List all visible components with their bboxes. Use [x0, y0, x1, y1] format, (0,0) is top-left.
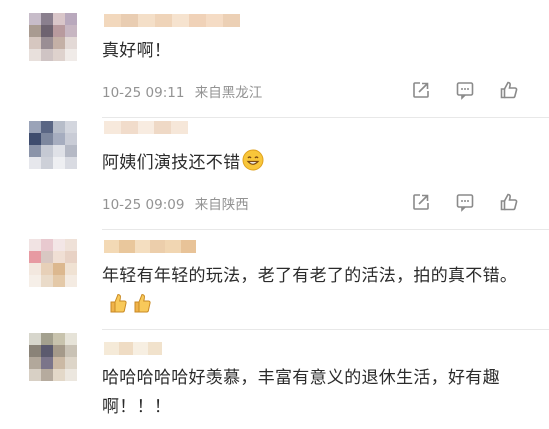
- avatar[interactable]: [29, 239, 77, 287]
- smile-emoji: [242, 149, 264, 171]
- thumbs-up-icon: [134, 293, 151, 313]
- comment-item: 年轻有年轻的玩法，老了有老了的活法，拍的真不错。: [0, 230, 549, 330]
- comment-text-body: 年轻有年轻的玩法，老了有老了的活法，拍的真不错。: [102, 266, 518, 286]
- comment-text: 阿姨们演技还不错: [102, 149, 535, 178]
- comment-location: 来自黑龙江: [194, 85, 263, 101]
- comment-icon[interactable]: [455, 80, 475, 100]
- thumbs-up-icon: [110, 293, 127, 313]
- avatar[interactable]: [29, 121, 77, 169]
- share-icon[interactable]: [411, 80, 431, 100]
- avatar[interactable]: [29, 333, 77, 381]
- share-icon[interactable]: [411, 192, 431, 212]
- comment-item: 真好啊！ 10-25 09:11 来自黑龙江: [0, 0, 549, 118]
- comment-actions: [411, 192, 519, 212]
- comment-icon[interactable]: [455, 192, 475, 212]
- comment-actions: [411, 80, 519, 100]
- comment-text: 哈哈哈哈哈好羡慕，丰富有意义的退休生活，好有趣啊！！！: [102, 368, 500, 417]
- like-icon[interactable]: [499, 80, 519, 100]
- comment-time: 10-25 09:09: [102, 197, 185, 213]
- comment-time: 10-25 09:11: [102, 85, 185, 101]
- comment-text: 年轻有年轻的玩法，老了有老了的活法，拍的真不错。: [102, 262, 535, 320]
- comment-meta: 10-25 09:11 来自黑龙江: [102, 81, 268, 101]
- comment-text-body: 阿姨们演技还不错: [102, 153, 241, 173]
- comment-text: 真好啊！: [102, 41, 172, 61]
- username-blurred[interactable]: [104, 342, 162, 355]
- like-icon[interactable]: [499, 192, 519, 212]
- comment-location: 来自陕西: [194, 197, 249, 213]
- comment-item: 哈哈哈哈哈好羡慕，丰富有意义的退休生活，好有趣啊！！！: [0, 330, 549, 429]
- comment-meta: 10-25 09:09 来自陕西: [102, 193, 255, 213]
- comment-item: 阿姨们演技还不错 10-25 09:09 来自陕西: [0, 118, 549, 230]
- username-blurred[interactable]: [104, 14, 240, 27]
- username-blurred[interactable]: [104, 121, 188, 134]
- thumbs-up-emoji: [108, 292, 152, 314]
- avatar[interactable]: [29, 13, 77, 61]
- username-blurred[interactable]: [104, 240, 196, 253]
